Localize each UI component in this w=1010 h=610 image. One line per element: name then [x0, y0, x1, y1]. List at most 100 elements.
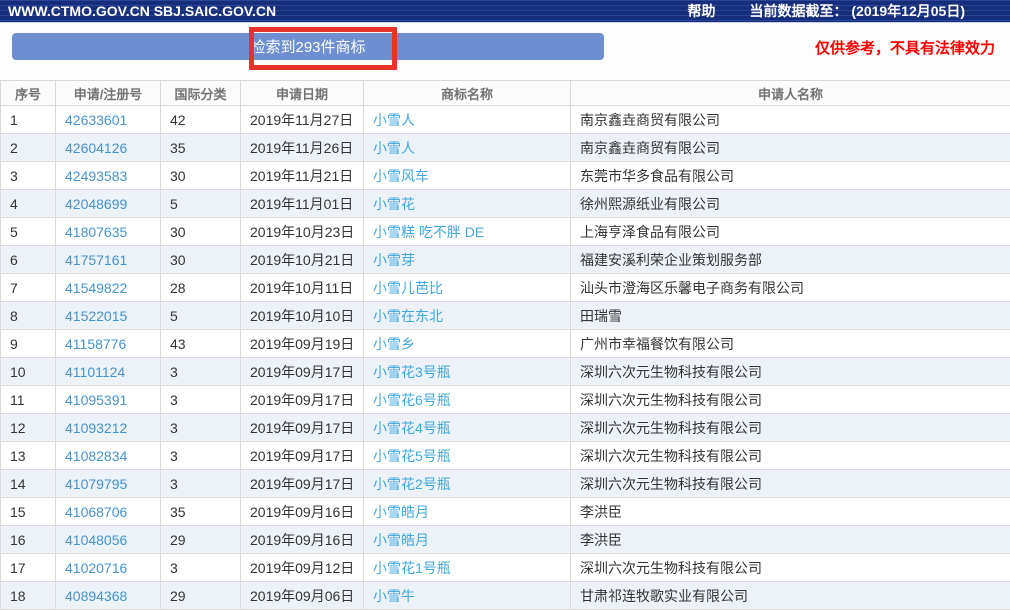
cell-reg-number: 41093212 — [56, 414, 161, 442]
cell-applicant-name: 深圳六次元生物科技有限公司 — [571, 554, 1010, 582]
reg-number-link[interactable]: 42604126 — [65, 140, 127, 156]
cell-reg-number: 42493583 — [56, 162, 161, 190]
cell-apply-date: 2019年09月06日 — [241, 582, 364, 610]
cell-reg-number: 42633601 — [56, 106, 161, 134]
reg-number-link[interactable]: 41158776 — [65, 336, 126, 352]
trademark-name-link[interactable]: 小雪花6号瓶 — [373, 392, 451, 408]
cell-reg-number: 41522015 — [56, 302, 161, 330]
cell-trademark-name: 小雪儿芭比 — [364, 274, 571, 302]
trademark-name-link[interactable]: 小雪乡 — [373, 336, 415, 352]
cell-intl-class: 29 — [161, 526, 241, 554]
cell-trademark-name: 小雪芽 — [364, 246, 571, 274]
trademark-name-link[interactable]: 小雪皓月 — [373, 532, 429, 548]
reg-number-link[interactable]: 41095391 — [65, 392, 127, 408]
reg-number-link[interactable]: 41549822 — [65, 280, 127, 296]
table-row: 541807635302019年10月23日小雪糕 吃不胖 DE上海亨泽食品有限… — [1, 218, 1010, 246]
cell-trademark-name: 小雪牛 — [364, 582, 571, 610]
trademark-name-link[interactable]: 小雪皓月 — [373, 504, 429, 520]
cell-reg-number: 42604126 — [56, 134, 161, 162]
cell-intl-class: 5 — [161, 302, 241, 330]
cell-serial: 11 — [1, 386, 56, 414]
toolbar-row: 检索到293件商标 仅供参考，不具有法律效力 — [0, 23, 1010, 80]
trademark-name-link[interactable]: 小雪人 — [373, 112, 415, 128]
trademark-name-link[interactable]: 小雪花5号瓶 — [373, 448, 451, 464]
cell-applicant-name: 深圳六次元生物科技有限公司 — [571, 386, 1010, 414]
table-row: 124109321232019年09月17日小雪花4号瓶深圳六次元生物科技有限公… — [1, 414, 1010, 442]
cell-serial: 14 — [1, 470, 56, 498]
cell-serial: 2 — [1, 134, 56, 162]
help-link[interactable]: 帮助 — [687, 1, 715, 21]
table-row: 641757161302019年10月21日小雪芽福建安溪利荣企业策划服务部 — [1, 246, 1010, 274]
reg-number-link[interactable]: 41048056 — [65, 532, 127, 548]
table-row: 114109539132019年09月17日小雪花6号瓶深圳六次元生物科技有限公… — [1, 386, 1010, 414]
top-bar: WWW.CTMO.GOV.CN SBJ.SAIC.GOV.CN 帮助 当前数据截… — [0, 0, 1010, 23]
trademark-name-link[interactable]: 小雪花1号瓶 — [373, 560, 451, 576]
reg-number-link[interactable]: 40894368 — [65, 588, 127, 604]
reg-number-link[interactable]: 41101124 — [65, 364, 125, 380]
reg-number-link[interactable]: 41093212 — [65, 420, 127, 436]
cell-reg-number: 41095391 — [56, 386, 161, 414]
cell-reg-number: 41757161 — [56, 246, 161, 274]
cell-trademark-name: 小雪花4号瓶 — [364, 414, 571, 442]
cell-apply-date: 2019年11月21日 — [241, 162, 364, 190]
trademark-name-link[interactable]: 小雪儿芭比 — [373, 280, 443, 296]
cell-serial: 15 — [1, 498, 56, 526]
cell-trademark-name: 小雪人 — [364, 106, 571, 134]
reg-number-link[interactable]: 41020716 — [65, 560, 127, 576]
cell-trademark-name: 小雪花 — [364, 190, 571, 218]
cell-intl-class: 42 — [161, 106, 241, 134]
table-row: 242604126352019年11月26日小雪人南京鑫垚商贸有限公司 — [1, 134, 1010, 162]
cell-intl-class: 29 — [161, 582, 241, 610]
cell-reg-number: 41549822 — [56, 274, 161, 302]
cell-intl-class: 35 — [161, 134, 241, 162]
trademark-name-link[interactable]: 小雪花4号瓶 — [373, 420, 451, 436]
cell-intl-class: 3 — [161, 554, 241, 582]
trademark-name-link[interactable]: 小雪牛 — [373, 588, 415, 604]
cell-applicant-name: 南京鑫垚商贸有限公司 — [571, 134, 1010, 162]
cell-apply-date: 2019年09月17日 — [241, 414, 364, 442]
cell-apply-date: 2019年09月12日 — [241, 554, 364, 582]
cell-apply-date: 2019年11月01日 — [241, 190, 364, 218]
cell-serial: 12 — [1, 414, 56, 442]
trademark-name-link[interactable]: 小雪花2号瓶 — [373, 476, 451, 492]
table-row: 144107979532019年09月17日小雪花2号瓶深圳六次元生物科技有限公… — [1, 470, 1010, 498]
cell-applicant-name: 东莞市华多食品有限公司 — [571, 162, 1010, 190]
trademark-name-link[interactable]: 小雪在东北 — [373, 308, 443, 324]
result-count-bar[interactable]: 检索到293件商标 — [12, 33, 604, 60]
trademark-name-link[interactable]: 小雪人 — [373, 140, 415, 156]
cell-applicant-name: 深圳六次元生物科技有限公司 — [571, 442, 1010, 470]
reg-number-link[interactable]: 42493583 — [65, 168, 127, 184]
reg-number-link[interactable]: 42633601 — [65, 112, 127, 128]
table-row: 941158776432019年09月19日小雪乡广州市幸福餐饮有限公司 — [1, 330, 1010, 358]
reg-number-link[interactable]: 41757161 — [65, 252, 127, 268]
cell-applicant-name: 徐州熙源纸业有限公司 — [571, 190, 1010, 218]
reg-number-link[interactable]: 42048699 — [65, 196, 127, 212]
table-header-row: 序号申请/注册号国际分类申请日期商标名称申请人名称 — [1, 81, 1010, 106]
reg-number-link[interactable]: 41807635 — [65, 224, 127, 240]
trademark-name-link[interactable]: 小雪花 — [373, 196, 415, 212]
column-header-serial: 序号 — [1, 81, 56, 106]
cell-intl-class: 43 — [161, 330, 241, 358]
reg-number-link[interactable]: 41079795 — [65, 476, 127, 492]
top-bar-right: 帮助 当前数据截至： (2019年12月05日) — [687, 1, 965, 21]
trademark-name-link[interactable]: 小雪风车 — [373, 168, 429, 184]
trademark-name-link[interactable]: 小雪花3号瓶 — [373, 364, 451, 380]
cell-applicant-name: 福建安溪利荣企业策划服务部 — [571, 246, 1010, 274]
table-row: 1641048056292019年09月16日小雪皓月李洪臣 — [1, 526, 1010, 554]
cell-serial: 17 — [1, 554, 56, 582]
cell-applicant-name: 广州市幸福餐饮有限公司 — [571, 330, 1010, 358]
cell-trademark-name: 小雪风车 — [364, 162, 571, 190]
trademark-name-link[interactable]: 小雪糕 吃不胖 DE — [373, 224, 484, 240]
cell-intl-class: 30 — [161, 162, 241, 190]
cell-intl-class: 3 — [161, 386, 241, 414]
cell-trademark-name: 小雪花6号瓶 — [364, 386, 571, 414]
cell-apply-date: 2019年09月17日 — [241, 358, 364, 386]
column-header-apply-date: 申请日期 — [241, 81, 364, 106]
cell-applicant-name: 南京鑫垚商贸有限公司 — [571, 106, 1010, 134]
reg-number-link[interactable]: 41068706 — [65, 504, 127, 520]
cell-trademark-name: 小雪人 — [364, 134, 571, 162]
cell-intl-class: 30 — [161, 246, 241, 274]
reg-number-link[interactable]: 41082834 — [65, 448, 127, 464]
trademark-name-link[interactable]: 小雪芽 — [373, 252, 415, 268]
reg-number-link[interactable]: 41522015 — [65, 308, 127, 324]
